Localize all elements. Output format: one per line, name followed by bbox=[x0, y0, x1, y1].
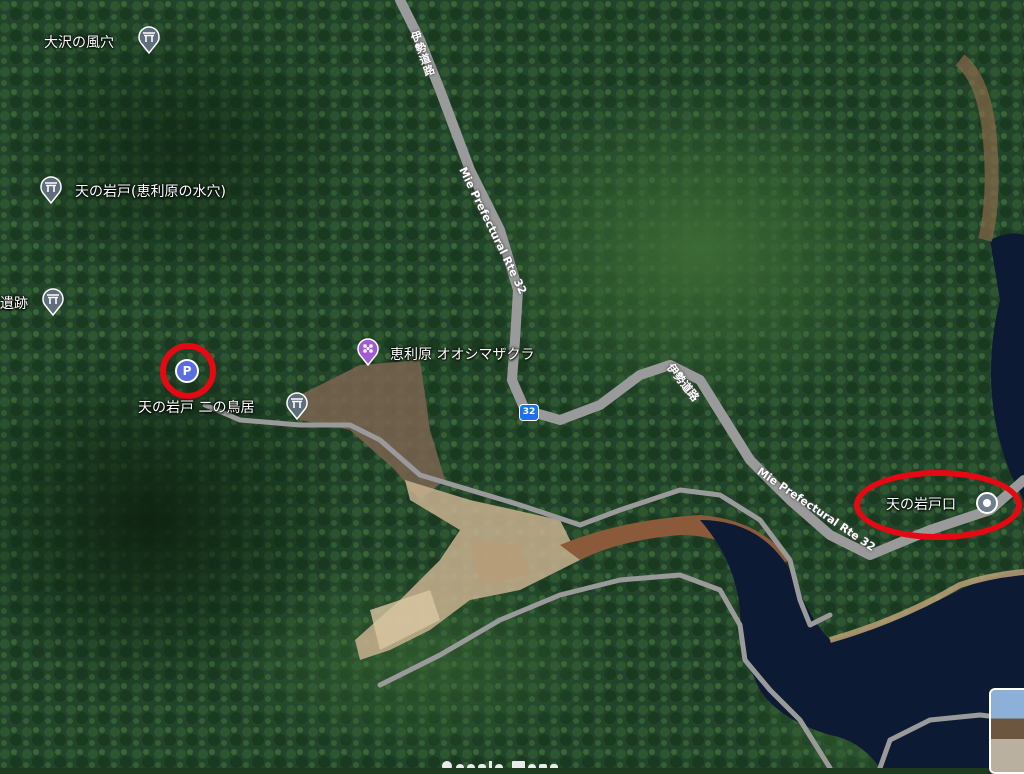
parking-icon[interactable]: P bbox=[175, 359, 199, 383]
poi-label-sakura[interactable]: 恵利原 オオシマザクラ bbox=[390, 344, 534, 364]
poi-label-ozawa[interactable]: 大沢の風穴 bbox=[44, 32, 114, 52]
poi-label-iwatoguchi[interactable]: 天の岩戸口 bbox=[886, 494, 956, 514]
dot-pin-icon[interactable] bbox=[976, 492, 998, 514]
google-maps-watermark bbox=[440, 756, 564, 768]
flower-icon[interactable] bbox=[355, 336, 381, 366]
torii-icon[interactable] bbox=[136, 24, 162, 54]
street-view-thumbnail[interactable] bbox=[989, 688, 1024, 774]
torii-icon[interactable] bbox=[284, 390, 310, 420]
poi-label-iseki[interactable]: 遺跡 bbox=[0, 293, 28, 313]
torii-icon[interactable] bbox=[40, 286, 66, 316]
route-32-badge: 32 bbox=[519, 404, 539, 421]
poi-label-niinotorii[interactable]: 天の岩戸 二の鳥居 bbox=[138, 397, 254, 417]
satellite-map[interactable] bbox=[0, 0, 1024, 768]
poi-label-amanoiwato-erihara[interactable]: 天の岩戸(恵利原の水穴) bbox=[75, 181, 226, 201]
torii-icon[interactable] bbox=[38, 174, 64, 204]
